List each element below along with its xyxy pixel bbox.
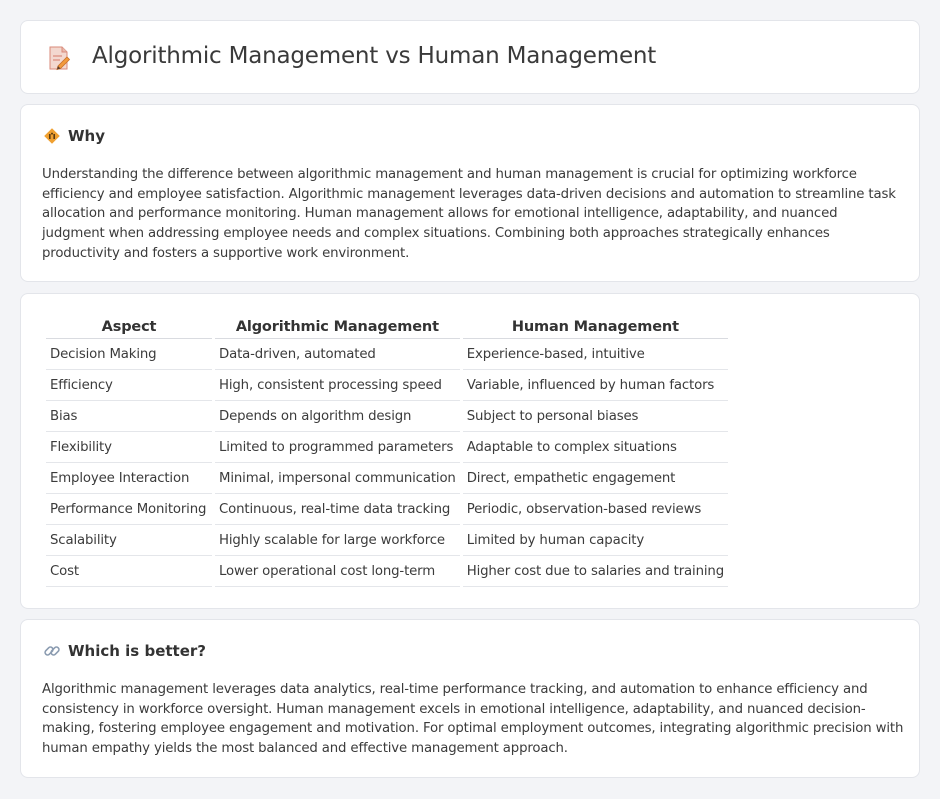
header-aspect: Aspect: [46, 315, 212, 339]
table-row: Bias Depends on algorithm design Subject…: [46, 401, 728, 432]
table-cell: Limited by human capacity: [462, 525, 728, 556]
table-row: Employee Interaction Minimal, impersonal…: [46, 463, 728, 494]
table-cell: Scalability: [46, 525, 212, 556]
table-cell: Performance Monitoring: [46, 494, 212, 525]
table-cell: High, consistent processing speed: [215, 370, 460, 401]
why-section: Why Understanding the difference between…: [20, 104, 920, 282]
table-cell: Data-driven, automated: [215, 339, 460, 370]
comparison-section: Aspect Algorithmic Management Human Mana…: [20, 293, 920, 609]
why-text: Understanding the difference between alg…: [42, 167, 896, 261]
better-text: Algorithmic management leverages data an…: [42, 682, 904, 757]
table-cell: Employee Interaction: [46, 463, 212, 494]
better-title: Which is better?: [68, 642, 206, 660]
header-human: Human Management: [462, 315, 728, 339]
which-is-better-section: Which is better? Algorithmic management …: [20, 619, 920, 778]
table-row: Efficiency High, consistent processing s…: [46, 370, 728, 401]
better-heading: Which is better?: [43, 642, 206, 660]
table-cell: Depends on algorithm design: [215, 401, 460, 432]
table-row: Flexibility Limited to programmed parame…: [46, 432, 728, 463]
page-title: Algorithmic Management vs Human Manageme…: [92, 43, 657, 69]
warning-sign-icon: [44, 128, 60, 144]
table-cell: Efficiency: [46, 370, 212, 401]
table-cell: Bias: [46, 401, 212, 432]
table-cell: Adaptable to complex situations: [462, 432, 728, 463]
header-card: Algorithmic Management vs Human Manageme…: [20, 20, 920, 94]
table-cell: Cost: [46, 556, 212, 587]
table-cell: Continuous, real-time data tracking: [215, 494, 460, 525]
table-cell: Variable, influenced by human factors: [462, 370, 728, 401]
table-cell: Minimal, impersonal communication: [215, 463, 460, 494]
table-row: Cost Lower operational cost long-term Hi…: [46, 556, 728, 587]
table-cell: Direct, empathetic engagement: [462, 463, 728, 494]
table-cell: Flexibility: [46, 432, 212, 463]
comparison-table: Aspect Algorithmic Management Human Mana…: [43, 315, 731, 587]
table-cell: Limited to programmed parameters: [215, 432, 460, 463]
link-icon: [44, 646, 60, 656]
table-header-row: Aspect Algorithmic Management Human Mana…: [46, 315, 728, 339]
document-pen-icon: [49, 46, 71, 71]
table-cell: Periodic, observation-based reviews: [462, 494, 728, 525]
why-heading: Why: [43, 127, 105, 145]
table-row: Performance Monitoring Continuous, real-…: [46, 494, 728, 525]
table-cell: Subject to personal biases: [462, 401, 728, 432]
table-cell: Lower operational cost long-term: [215, 556, 460, 587]
table-row: Decision Making Data-driven, automated E…: [46, 339, 728, 370]
table-cell: Highly scalable for large workforce: [215, 525, 460, 556]
table-cell: Higher cost due to salaries and training: [462, 556, 728, 587]
why-title: Why: [68, 127, 106, 145]
header-algorithmic: Algorithmic Management: [215, 315, 460, 339]
table-cell: Experience-based, intuitive: [462, 339, 728, 370]
table-cell: Decision Making: [46, 339, 212, 370]
table-row: Scalability Highly scalable for large wo…: [46, 525, 728, 556]
